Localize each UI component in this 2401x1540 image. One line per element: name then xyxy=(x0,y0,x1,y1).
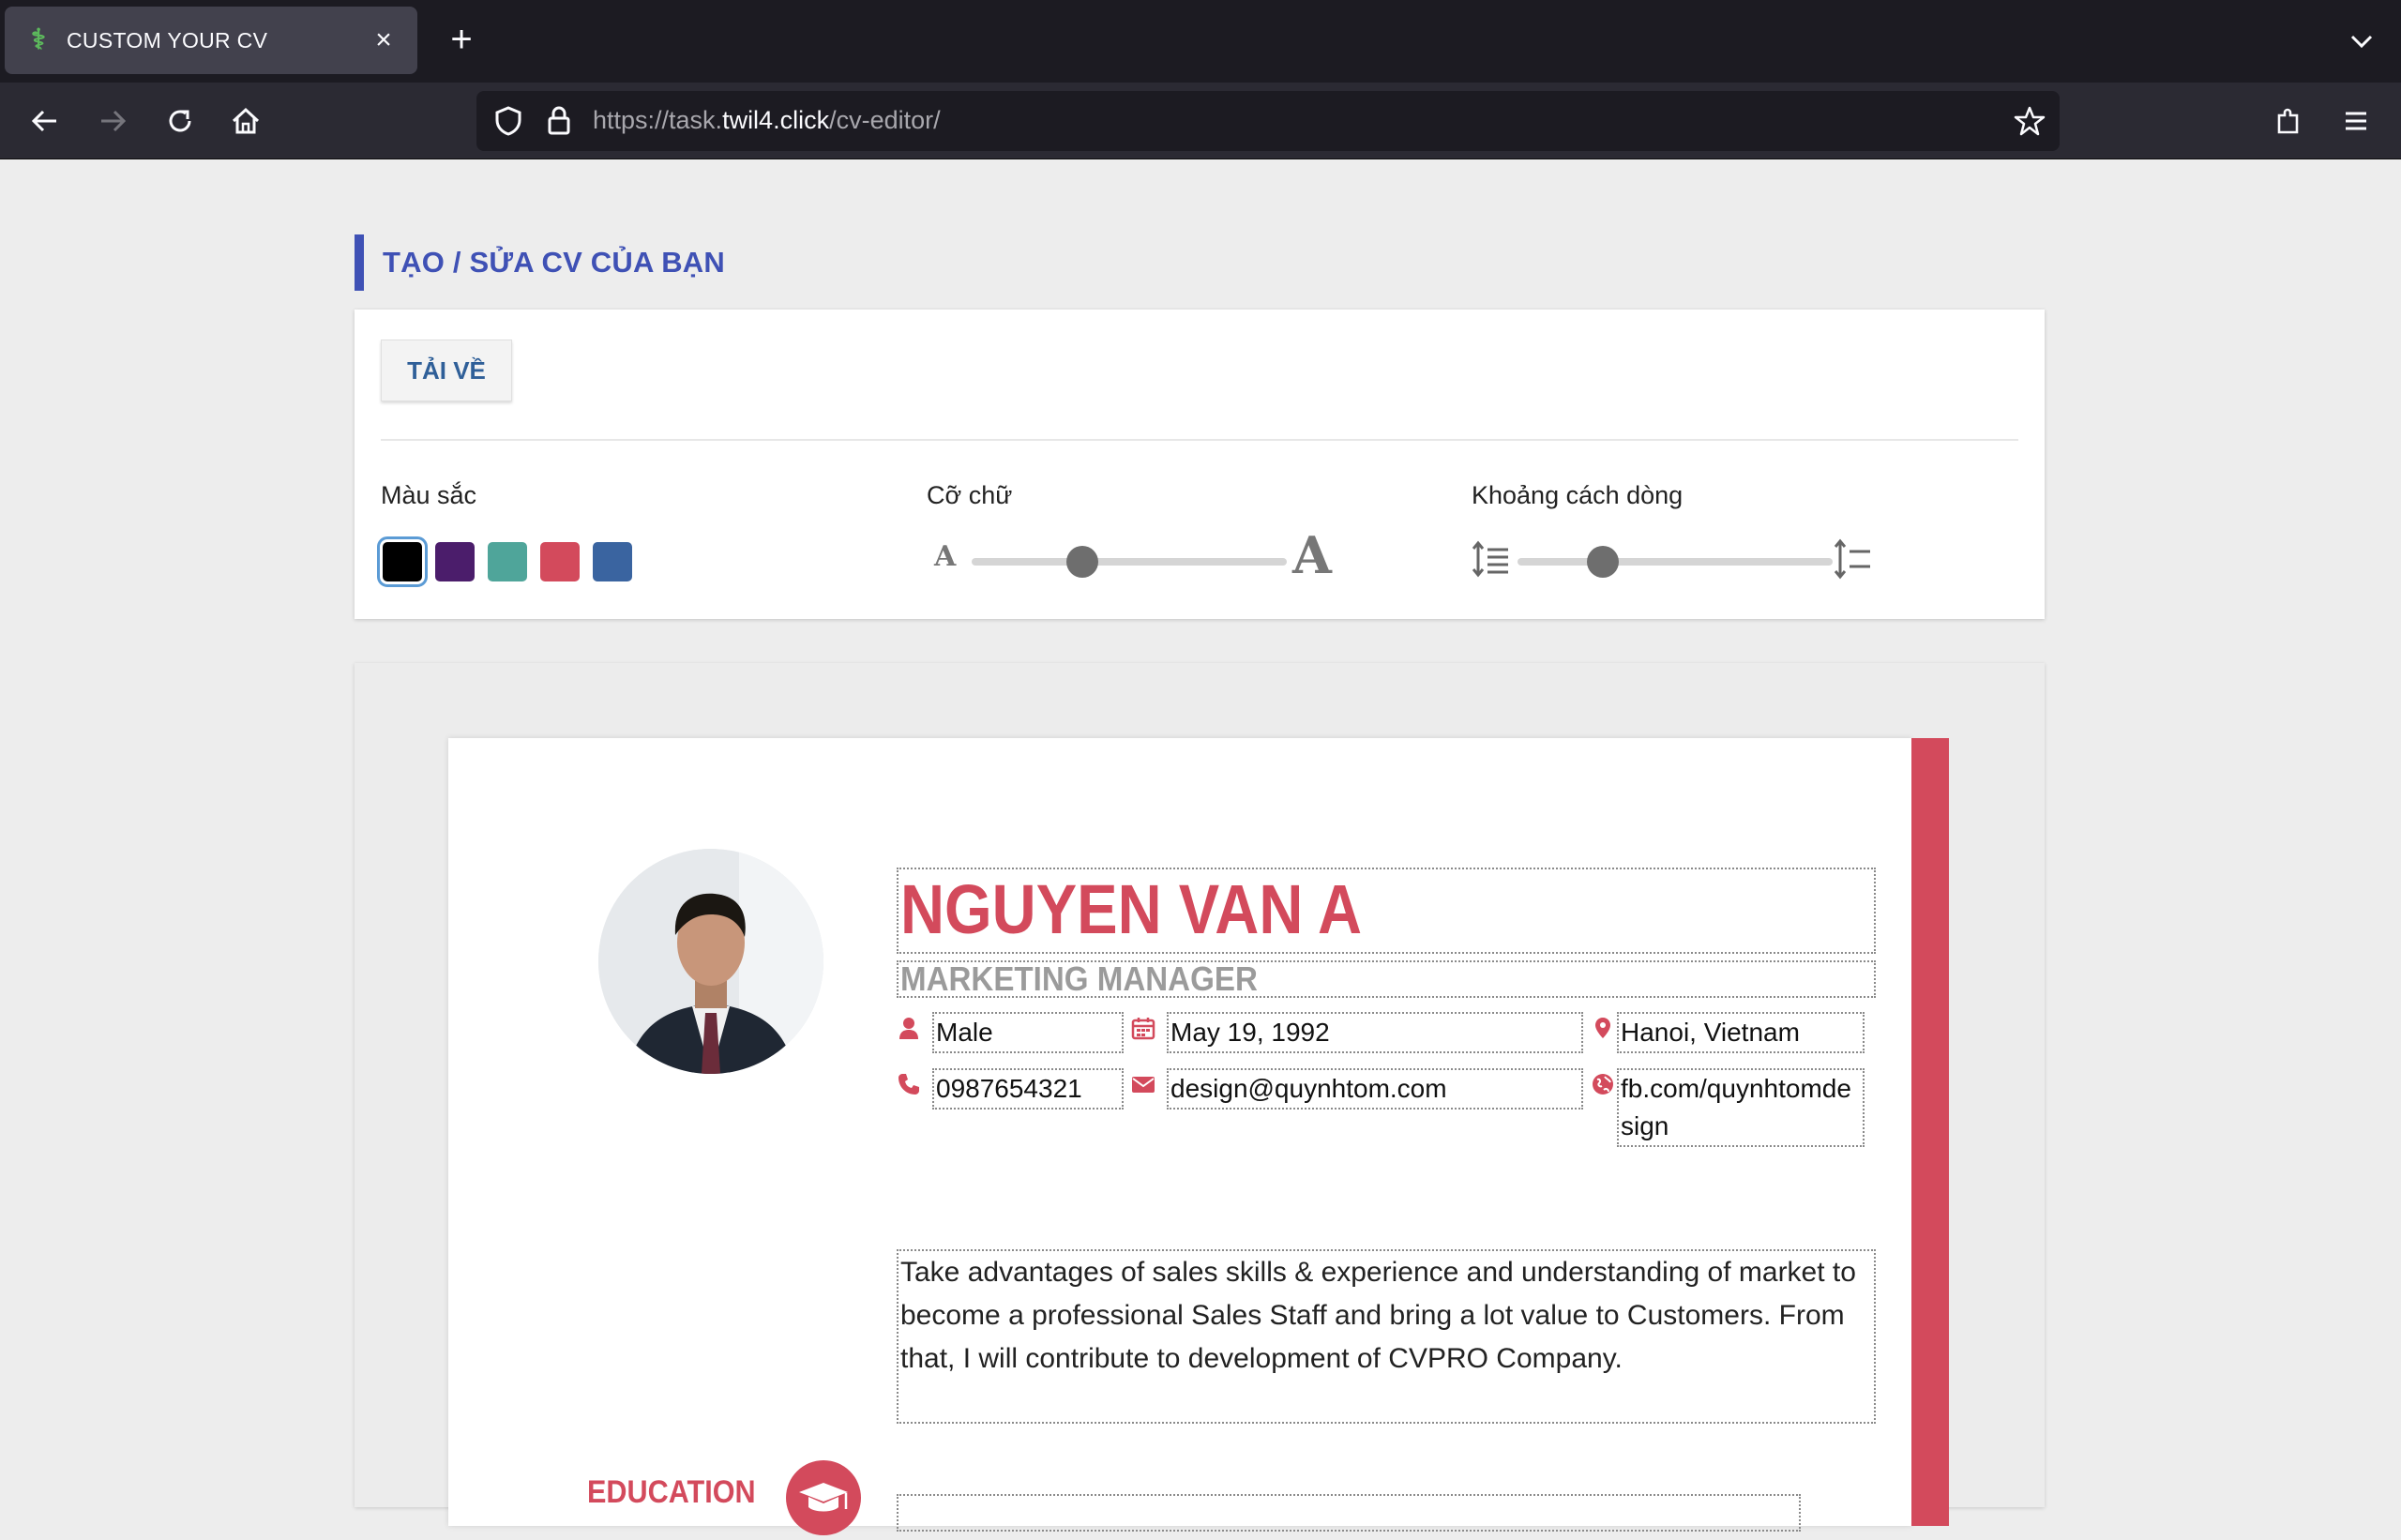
close-tab-icon[interactable]: × xyxy=(369,24,399,56)
extensions-button[interactable] xyxy=(2266,98,2311,143)
home-button[interactable] xyxy=(223,98,268,143)
cv-role-text: MARKETING MANAGER xyxy=(900,959,1258,998)
line-height-decrease-icon xyxy=(1472,540,1508,578)
cv-birthday[interactable]: May 19, 1992 xyxy=(1167,1012,1583,1053)
cv-website[interactable]: fb.com/quynhtomdesign xyxy=(1617,1068,1865,1147)
tab-title: CUSTOM YOUR CV xyxy=(67,27,268,53)
education-badge xyxy=(786,1460,861,1535)
bookmark-star-icon[interactable] xyxy=(2013,104,2046,138)
font-size-slider-knob[interactable] xyxy=(1065,546,1098,578)
color-swatch-purple[interactable] xyxy=(435,542,475,581)
shield-icon[interactable] xyxy=(491,104,525,138)
cv-name[interactable]: NGUYEN VAN A xyxy=(897,868,1876,954)
page-title: TẠO / SỬA CV CỦA BẠN xyxy=(355,234,725,291)
education-entry[interactable] xyxy=(897,1494,1801,1532)
url-bar[interactable]: https://task.twil4.click/cv-editor/ xyxy=(476,91,2060,151)
color-swatch-black[interactable] xyxy=(377,536,428,587)
chevron-down-icon xyxy=(2350,35,2373,49)
line-height-label: Khoảng cách dòng xyxy=(1472,481,1684,509)
cv-address[interactable]: Hanoi, Vietnam xyxy=(1617,1012,1865,1053)
map-marker-icon xyxy=(1595,1018,1610,1038)
color-swatch-blue[interactable] xyxy=(593,542,632,581)
font-size-label: Cỡ chữ xyxy=(927,481,1013,509)
cv-preview-area: NGUYEN VAN A MARKETING MANAGER Male May … xyxy=(355,663,2045,1535)
editor-toolbox: TẢI VỀ Màu sắc Cỡ chữ A A Khoảng cách dò… xyxy=(355,310,2045,619)
large-font-icon: A xyxy=(1292,525,1332,585)
download-button[interactable]: TẢI VỀ xyxy=(381,340,512,401)
line-height-increase-icon xyxy=(1834,538,1870,580)
url-text[interactable]: https://task.twil4.click/cv-editor/ xyxy=(593,106,941,135)
url-prefix: https://task. xyxy=(593,106,723,134)
forward-button[interactable] xyxy=(90,98,135,143)
phone-icon xyxy=(898,1074,919,1095)
line-height-slider[interactable] xyxy=(1518,546,1833,578)
list-all-tabs-button[interactable] xyxy=(2343,23,2380,60)
site-favicon-icon: ⚕ xyxy=(30,24,47,55)
browser-tab[interactable]: ⚕ CUSTOM YOUR CV × xyxy=(5,7,417,74)
reload-icon xyxy=(169,110,191,132)
font-size-slider[interactable] xyxy=(972,546,1287,578)
cv-summary[interactable]: Take advantages of sales skills & experi… xyxy=(897,1249,1876,1424)
lock-icon[interactable] xyxy=(542,104,576,138)
url-domain: twil4.click xyxy=(722,106,830,134)
cv-paper: NGUYEN VAN A MARKETING MANAGER Male May … xyxy=(448,738,1949,1535)
toolbox-divider xyxy=(381,439,2018,441)
browser-tab-bar: ⚕ CUSTOM YOUR CV × + xyxy=(0,0,2401,83)
cv-name-text: NGUYEN VAN A xyxy=(900,870,1363,948)
color-swatch-red[interactable] xyxy=(540,542,580,581)
color-label: Màu sắc xyxy=(381,481,477,509)
calendar-icon xyxy=(1131,1018,1155,1040)
education-heading: EDUCATION xyxy=(587,1474,775,1511)
page-content: TẠO / SỬA CV CỦA BẠN TẢI VỀ Màu sắc Cỡ c… xyxy=(0,159,2401,1535)
arrow-right-icon xyxy=(101,110,127,132)
new-tab-button[interactable]: + xyxy=(441,19,482,60)
home-icon xyxy=(232,107,260,134)
cv-gender[interactable]: Male xyxy=(932,1012,1124,1053)
education-heading-text: EDUCATION xyxy=(587,1474,756,1510)
cv-accent-bar xyxy=(1911,738,1949,1526)
graduation-cap-icon xyxy=(799,1483,848,1512)
back-button[interactable] xyxy=(23,98,68,143)
envelope-icon xyxy=(1132,1077,1155,1093)
color-swatch-teal[interactable] xyxy=(488,542,527,581)
cv-role[interactable]: MARKETING MANAGER xyxy=(897,960,1876,998)
line-height-slider-knob[interactable] xyxy=(1586,546,1619,578)
page-title-text: TẠO / SỬA CV CỦA BẠN xyxy=(383,246,725,279)
globe-icon xyxy=(1593,1074,1613,1095)
reload-button[interactable] xyxy=(158,98,203,143)
hamburger-menu-icon xyxy=(2346,112,2366,130)
arrow-left-icon xyxy=(31,110,56,132)
browser-nav-bar: https://task.twil4.click/cv-editor/ xyxy=(0,83,2401,159)
app-menu-button[interactable] xyxy=(2333,98,2378,143)
profile-photo xyxy=(598,849,823,1074)
user-icon xyxy=(899,1018,918,1039)
small-font-icon: A xyxy=(934,540,957,573)
puzzle-icon xyxy=(2277,108,2299,134)
avatar[interactable] xyxy=(598,849,823,1074)
url-path: /cv-editor/ xyxy=(829,106,941,134)
cv-email[interactable]: design@quynhtom.com xyxy=(1167,1068,1583,1110)
cv-phone[interactable]: 0987654321 xyxy=(932,1068,1124,1110)
